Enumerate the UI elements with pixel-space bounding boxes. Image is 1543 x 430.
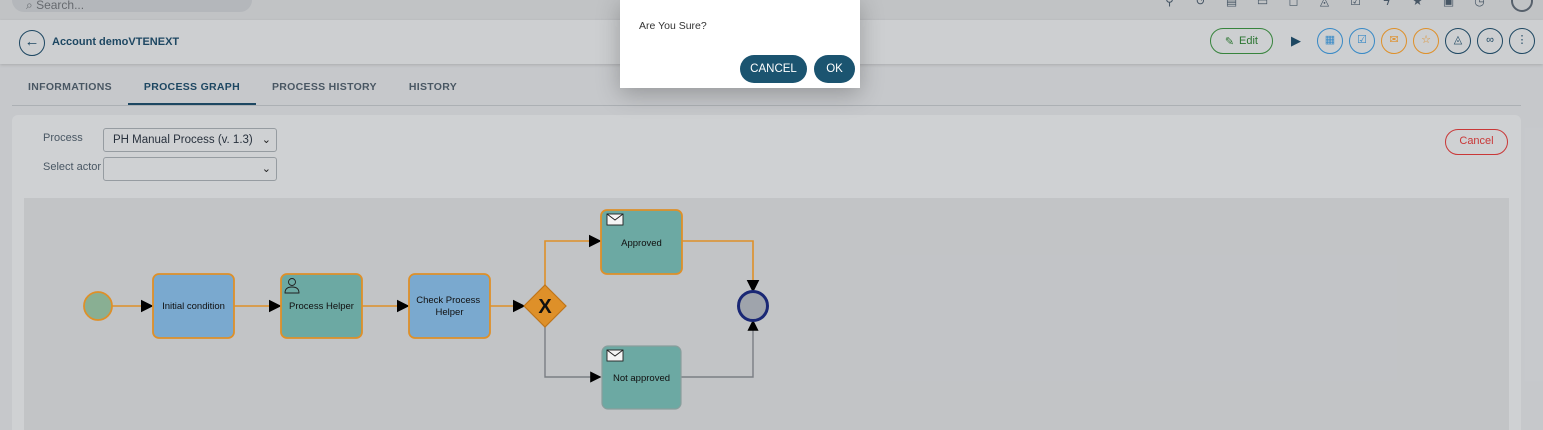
chevron-down-icon: ⌄ (261, 163, 271, 175)
process-graph-panel: Process PH Manual Process (v. 1.3) ⌄ Sel… (12, 115, 1521, 430)
task-label: Not approved (613, 373, 670, 384)
bell-icon[interactable]: ◬ (1309, 0, 1340, 8)
start-event[interactable] (83, 291, 113, 321)
envelope-icon (606, 213, 624, 226)
more-icon[interactable]: ⋮ (1509, 28, 1535, 54)
star-icon[interactable]: ☆ (1413, 28, 1439, 54)
task-label: Initial condition (162, 301, 225, 312)
tab-history[interactable]: HISTORY (393, 72, 473, 105)
clock-icon[interactable]: ◷ (1464, 0, 1495, 8)
search-input[interactable]: ⌕ Search... (12, 0, 252, 12)
bpmn-canvas: Initial condition Process Helper Check P… (24, 198, 1509, 430)
user-icon[interactable] (1511, 0, 1533, 12)
dialog-message: Are You Sure? (639, 20, 707, 32)
tab-process-history[interactable]: PROCESS HISTORY (256, 72, 393, 105)
actor-label: Select actor (43, 161, 102, 173)
star-icon[interactable]: ★ (1402, 0, 1433, 8)
check-icon[interactable]: ☑ (1340, 0, 1371, 8)
tab-process-graph[interactable]: PROCESS GRAPH (127, 72, 256, 105)
top-icons: ⚲ ↺ ▤ ▭ ◻ ◬ ☑ ϟ ★ ▣ ◷ (1154, 0, 1495, 8)
task-label-line1: Check Process (416, 295, 480, 306)
print-icon[interactable]: ▣ (1433, 0, 1464, 8)
search-icon: ⌕ (26, 0, 37, 12)
edit-button[interactable]: ✎ Edit (1209, 28, 1273, 54)
end-event[interactable] (737, 290, 769, 322)
email-icon[interactable]: ✉ (1381, 28, 1407, 54)
gateway-x-icon: X (538, 296, 552, 318)
task-icon[interactable]: ☑ (1349, 28, 1375, 54)
history-icon[interactable]: ↺ (1185, 0, 1216, 8)
cancel-button[interactable]: Cancel (1445, 129, 1508, 155)
header-actions: ✎ Edit ▶ ▦ ☑ ✉ ☆ ◬ ∞ ⋮ (1209, 28, 1535, 54)
chat-icon[interactable]: ◻ (1278, 0, 1309, 8)
actor-select[interactable]: ⌄ (103, 157, 277, 181)
dialog-cancel-button[interactable]: CANCEL (740, 55, 807, 83)
pin-icon[interactable]: ⚲ (1154, 0, 1185, 8)
back-button[interactable]: ← (19, 30, 45, 56)
task-initial-condition[interactable]: Initial condition (152, 273, 235, 339)
doc-icon[interactable]: ▤ (1216, 0, 1247, 8)
dialog-ok-button[interactable]: OK (814, 55, 855, 83)
record-title: Account demoVTENEXT (52, 36, 180, 48)
task-process-helper[interactable]: Process Helper (280, 273, 363, 339)
pencil-icon: ✎ (1224, 35, 1235, 48)
tab-informations[interactable]: INFORMATIONS (12, 72, 128, 105)
confirm-dialog: Are You Sure? CANCEL OK (620, 0, 860, 88)
task-check-process-helper[interactable]: Check Process Helper (408, 273, 491, 339)
search-placeholder: Search... (36, 0, 85, 12)
task-label: Approved (621, 238, 662, 249)
arrow-left-icon: ← (24, 33, 40, 50)
process-select[interactable]: PH Manual Process (v. 1.3) ⌄ (103, 128, 277, 152)
bolt-icon[interactable]: ϟ (1371, 0, 1402, 8)
calendar-icon[interactable]: ▭ (1247, 0, 1278, 8)
process-label: Process (43, 132, 83, 144)
bpmn-diagram: Initial condition Process Helper Check P… (83, 209, 769, 410)
task-approved[interactable]: Approved (600, 209, 683, 275)
envelope-icon (606, 349, 624, 362)
task-not-approved[interactable]: Not approved (601, 345, 682, 410)
bell-icon[interactable]: ◬ (1445, 28, 1471, 54)
chevron-down-icon: ⌄ (261, 134, 271, 146)
edit-label: Edit (1239, 35, 1258, 47)
calendar-icon[interactable]: ▦ (1317, 28, 1343, 54)
process-select-value: PH Manual Process (v. 1.3) (113, 134, 253, 146)
exclusive-gateway[interactable]: X (523, 284, 567, 328)
link-icon[interactable]: ∞ (1477, 28, 1503, 54)
task-label: Process Helper (289, 301, 354, 312)
task-label-line2: Helper (436, 307, 464, 318)
play-icon[interactable]: ▶ (1285, 28, 1307, 54)
